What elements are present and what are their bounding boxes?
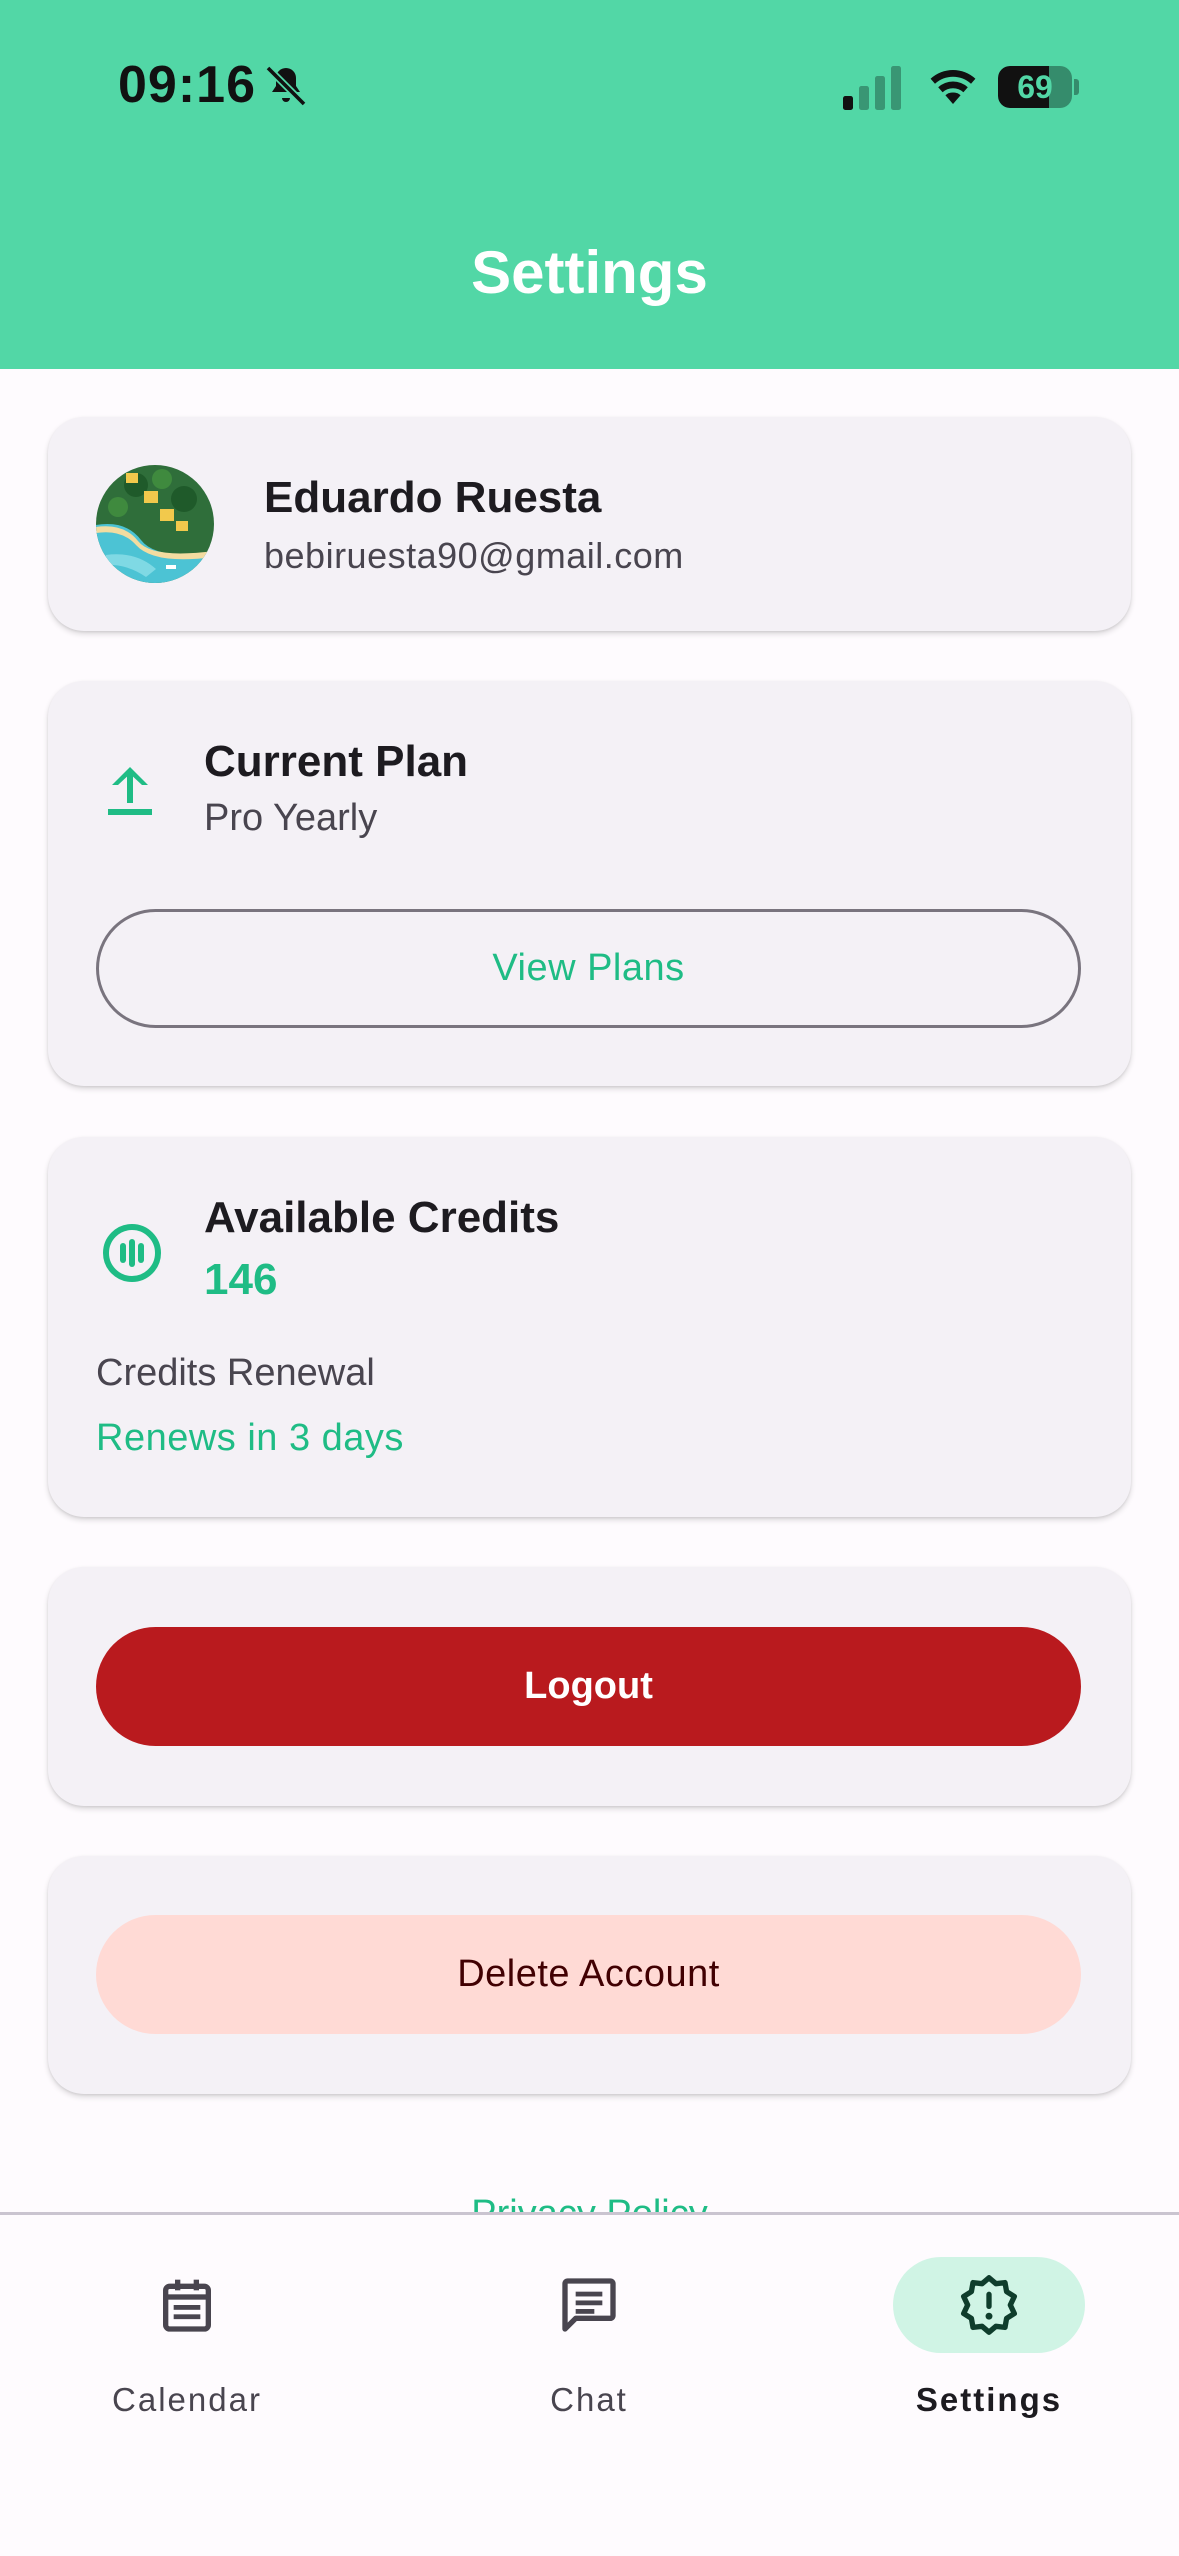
logout-button[interactable]: Logout	[96, 1627, 1081, 1746]
page-title: Settings	[471, 239, 708, 306]
credits-title: Available Credits	[204, 1193, 560, 1242]
settings-icon	[961, 2275, 1017, 2335]
profile-card[interactable]: Eduardo Ruesta bebiruesta90@gmail.com	[48, 417, 1131, 631]
current-plan-card: Current Plan Pro Yearly View Plans	[48, 681, 1131, 1086]
nav-label-chat: Chat	[550, 2381, 628, 2418]
logout-card: Logout	[48, 1567, 1131, 1806]
available-credits-card: Available Credits 146 Credits Renewal Re…	[48, 1137, 1131, 1517]
status-time: 09:16	[118, 56, 256, 114]
profile-name: Eduardo Ruesta	[264, 473, 602, 522]
delete-account-button[interactable]: Delete Account	[96, 1915, 1081, 2034]
profile-email: bebiruesta90@gmail.com	[264, 535, 684, 576]
calendar-icon	[163, 2279, 211, 2332]
nav-label-calendar: Calendar	[112, 2381, 262, 2418]
upload-arrow-icon	[108, 767, 152, 815]
bottom-navigation: Calendar Chat Settings	[0, 2212, 1179, 2556]
privacy-policy-link[interactable]: Privacy Policy	[471, 2192, 708, 2214]
bell-slash-icon	[265, 65, 307, 107]
plan-title: Current Plan	[204, 737, 469, 786]
credits-renewal-label: Credits Renewal	[96, 1352, 375, 1394]
battery-indicator: 69	[998, 66, 1079, 108]
credits-renewal-value: Renews in 3 days	[96, 1417, 404, 1459]
credits-coin-icon	[103, 1224, 161, 1282]
chat-icon	[562, 2278, 616, 2332]
view-plans-button[interactable]: View Plans	[96, 909, 1081, 1028]
wifi-icon	[930, 70, 976, 104]
app-header: 09:16 69 Settings	[0, 0, 1179, 369]
nav-item-settings[interactable]: Settings	[859, 2257, 1119, 2437]
privacy-policy-link-container: Privacy Policy	[0, 2192, 1179, 2214]
island-avatar-icon	[96, 465, 214, 583]
battery-percent: 69	[1017, 69, 1053, 105]
nav-item-chat[interactable]: Chat	[459, 2257, 719, 2437]
plan-value: Pro Yearly	[204, 797, 378, 839]
credits-value: 146	[204, 1255, 278, 1304]
signal-icon	[843, 66, 901, 110]
delete-account-card: Delete Account	[48, 1856, 1131, 2094]
nav-item-calendar[interactable]: Calendar	[57, 2257, 317, 2437]
nav-label-settings: Settings	[915, 2381, 1063, 2418]
avatar	[96, 465, 214, 583]
